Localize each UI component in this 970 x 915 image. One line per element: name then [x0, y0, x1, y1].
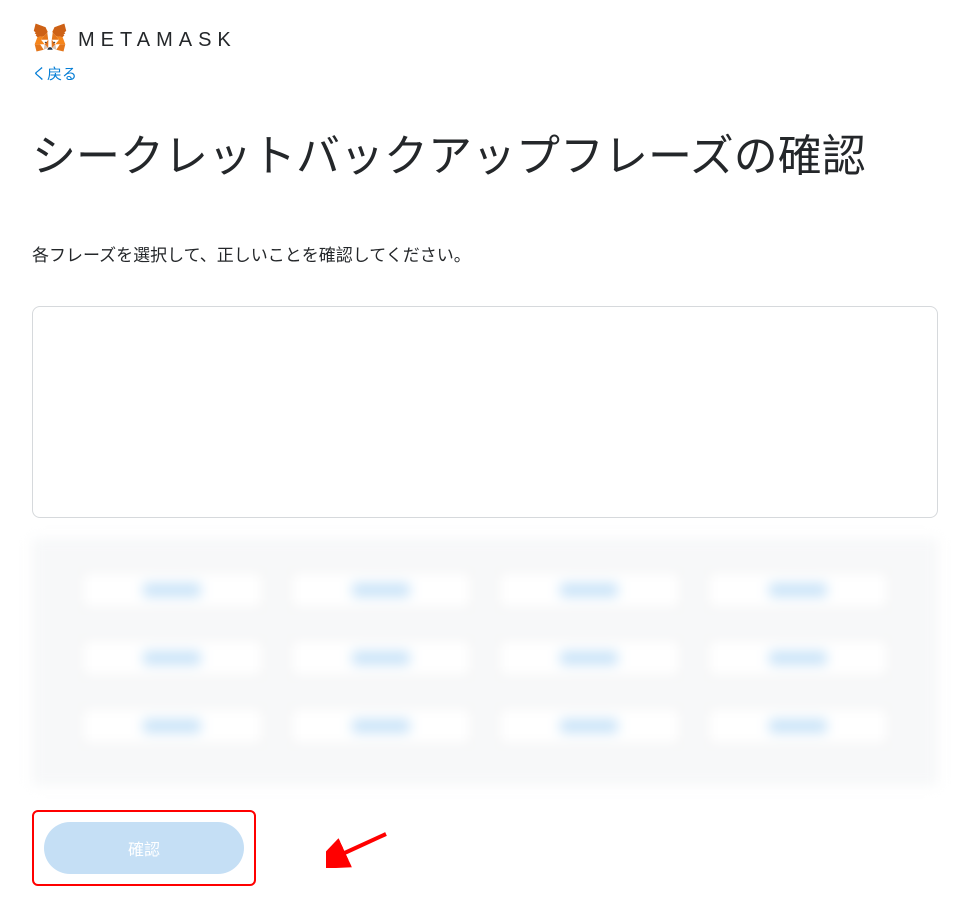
seed-word-chip[interactable] [289, 706, 474, 746]
seed-word-chip[interactable] [497, 570, 682, 610]
seed-word-chip[interactable] [80, 638, 265, 678]
metamask-fox-icon [32, 20, 68, 61]
seed-word-chip[interactable] [497, 638, 682, 678]
seed-word-chip[interactable] [706, 570, 891, 610]
page-title: シークレットバックアップフレーズの確認 [32, 128, 938, 185]
seed-word-chip[interactable] [80, 570, 265, 610]
app-header: METAMASK [32, 20, 938, 61]
instruction-text: 各フレーズを選択して、正しいことを確認してください。 [32, 241, 938, 266]
seed-word-chip[interactable] [289, 638, 474, 678]
seed-word-chip[interactable] [497, 706, 682, 746]
word-selection-grid [32, 538, 938, 786]
selected-phrase-area[interactable] [32, 306, 938, 518]
seed-word-chip[interactable] [289, 570, 474, 610]
confirm-section: 確認 [32, 810, 938, 886]
annotation-arrow-icon [326, 828, 396, 873]
annotation-highlight-box: 確認 [32, 810, 256, 886]
confirm-button[interactable]: 確認 [44, 822, 244, 874]
seed-word-chip[interactable] [706, 638, 891, 678]
brand-name: METAMASK [78, 29, 237, 52]
seed-word-chip[interactable] [80, 706, 265, 746]
back-link[interactable]: く戻る [32, 63, 77, 84]
seed-word-chip[interactable] [706, 706, 891, 746]
